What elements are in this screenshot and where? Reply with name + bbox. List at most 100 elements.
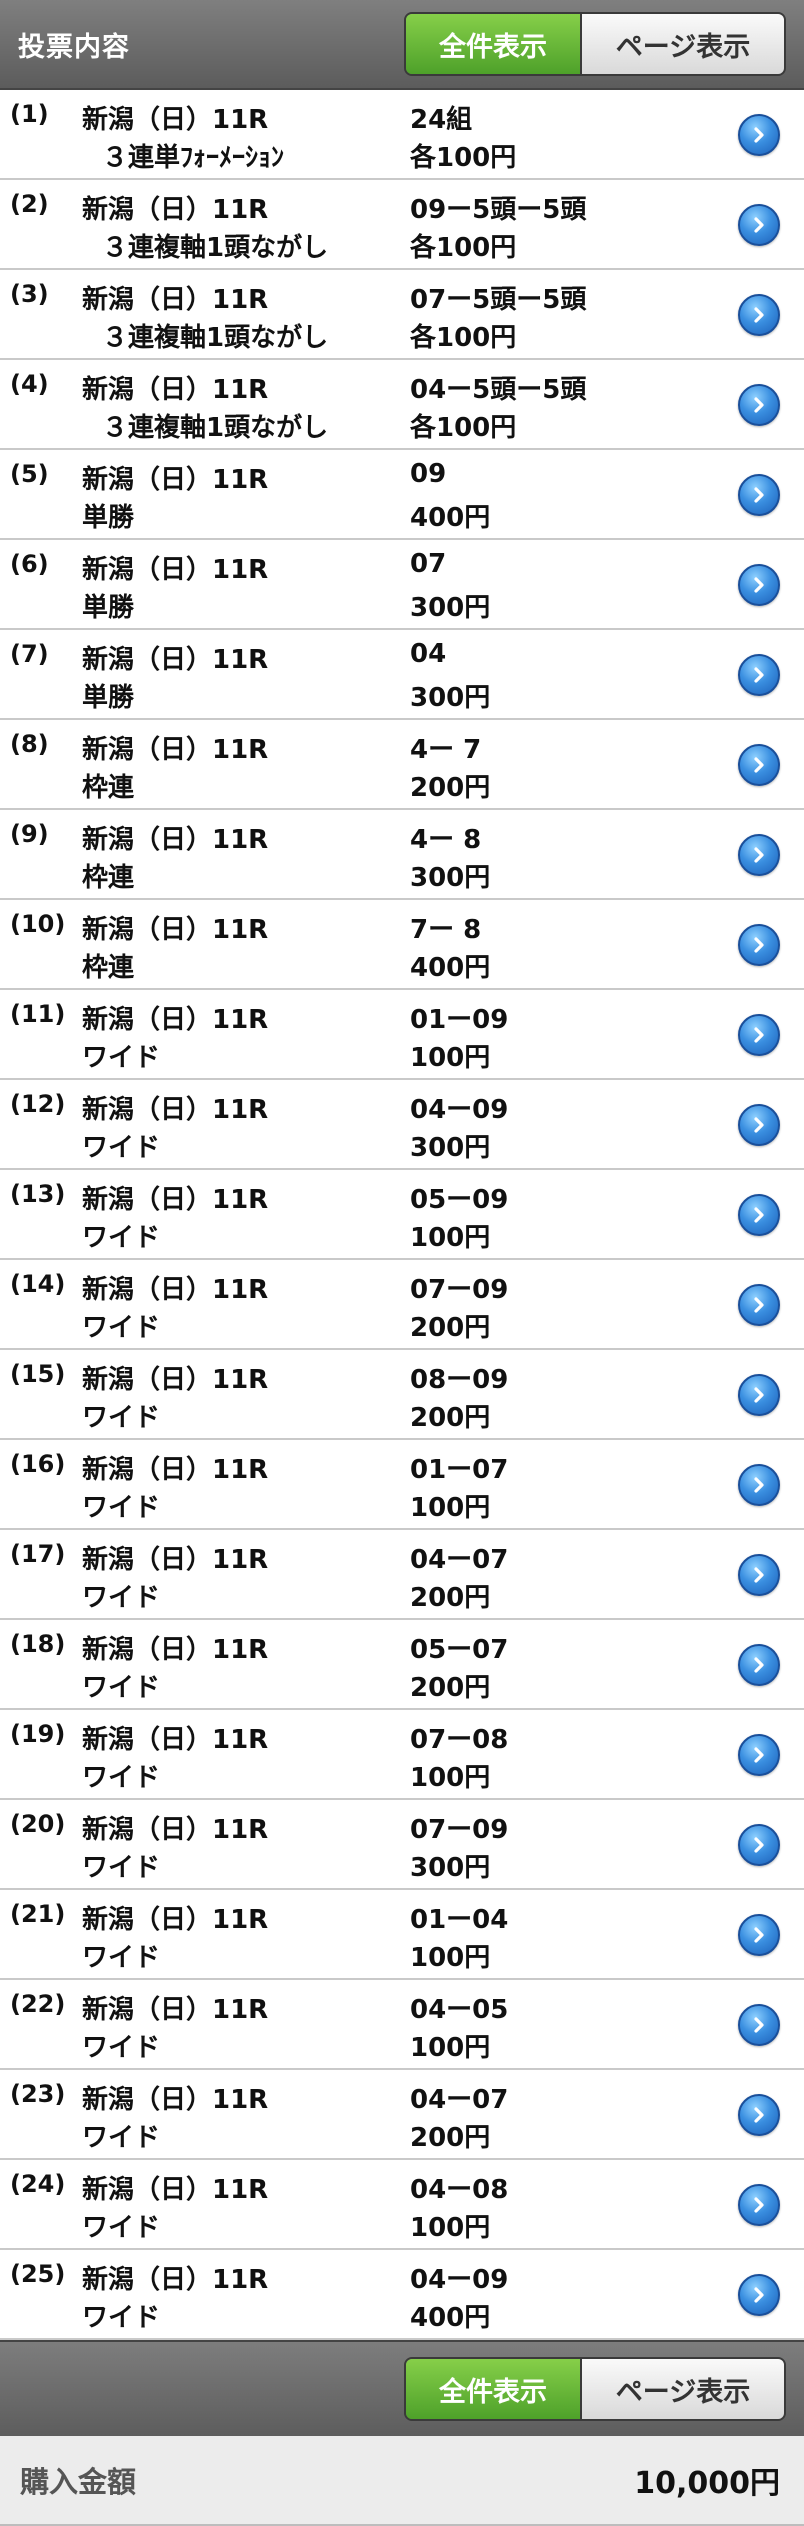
bet-amount: 400円 — [410, 2303, 491, 2333]
bet-number: (6) — [10, 550, 49, 578]
bet-race: 新潟（日）11R — [82, 2085, 269, 2115]
bet-combination: 04ー09 — [410, 1095, 509, 1125]
bet-amount: 100円 — [410, 1223, 491, 1253]
bet-race: 新潟（日）11R — [82, 1995, 269, 2025]
bet-type: ワイド — [82, 1943, 161, 1973]
bet-type: ワイド — [82, 1673, 161, 1703]
chevron-right-icon[interactable] — [738, 744, 780, 786]
bet-race: 新潟（日）11R — [82, 1005, 269, 1035]
bet-number: (1) — [10, 100, 49, 128]
bet-type: 枠連 — [82, 953, 135, 983]
bet-type: 枠連 — [82, 773, 135, 803]
bet-combination: 08ー09 — [410, 1365, 509, 1395]
bet-row[interactable]: (15) 新潟（日）11R ワイド 08ー09 200円 — [0, 1350, 804, 1440]
all-view-button[interactable]: 全件表示 — [406, 14, 580, 74]
bet-type: ワイド — [82, 2123, 161, 2153]
bet-row[interactable]: (8) 新潟（日）11R 枠連 4ー 7 200円 — [0, 720, 804, 810]
bet-race: 新潟（日）11R — [82, 1455, 269, 1485]
chevron-right-icon[interactable] — [738, 204, 780, 246]
bet-row[interactable]: (21) 新潟（日）11R ワイド 01ー04 100円 — [0, 1890, 804, 1980]
bet-row[interactable]: (10) 新潟（日）11R 枠連 7ー 8 400円 — [0, 900, 804, 990]
bet-combination: 01ー07 — [410, 1455, 509, 1485]
bet-row[interactable]: (17) 新潟（日）11R ワイド 04ー07 200円 — [0, 1530, 804, 1620]
bet-row[interactable]: (22) 新潟（日）11R ワイド 04ー05 100円 — [0, 1980, 804, 2070]
chevron-right-icon[interactable] — [738, 2184, 780, 2226]
chevron-right-icon[interactable] — [738, 1374, 780, 1416]
bet-number: (18) — [10, 1630, 66, 1658]
bet-row[interactable]: (24) 新潟（日）11R ワイド 04ー08 100円 — [0, 2160, 804, 2250]
chevron-right-icon[interactable] — [738, 924, 780, 966]
bet-amount: 400円 — [410, 953, 491, 983]
bet-type: ワイド — [82, 1223, 161, 1253]
chevron-right-icon[interactable] — [738, 1104, 780, 1146]
bet-type: ワイド — [82, 2033, 161, 2063]
chevron-right-icon[interactable] — [738, 1914, 780, 1956]
bet-amount: 200円 — [410, 1583, 491, 1613]
bet-type: 単勝 — [82, 683, 135, 713]
bet-type: ３連単ﾌｫｰﾒｰｼｮﾝ — [102, 143, 285, 173]
bet-race: 新潟（日）11R — [82, 825, 269, 855]
chevron-right-icon[interactable] — [738, 1194, 780, 1236]
bet-row[interactable]: (20) 新潟（日）11R ワイド 07ー09 300円 — [0, 1800, 804, 1890]
bet-row[interactable]: (1) 新潟（日）11R ３連単ﾌｫｰﾒｰｼｮﾝ 24組 各100円 — [0, 90, 804, 180]
bet-row[interactable]: (3) 新潟（日）11R ３連複軸1頭ながし 07ー5頭ー5頭 各100円 — [0, 270, 804, 360]
bet-combination: 04 — [410, 639, 447, 669]
bet-row[interactable]: (4) 新潟（日）11R ３連複軸1頭ながし 04ー5頭ー5頭 各100円 — [0, 360, 804, 450]
bet-amount: 200円 — [410, 1673, 491, 1703]
bet-number: (12) — [10, 1090, 66, 1118]
chevron-right-icon[interactable] — [738, 1284, 780, 1326]
bet-row[interactable]: (14) 新潟（日）11R ワイド 07ー09 200円 — [0, 1260, 804, 1350]
bet-number: (7) — [10, 640, 49, 668]
footer-all-view-button[interactable]: 全件表示 — [406, 2359, 580, 2419]
bet-row[interactable]: (13) 新潟（日）11R ワイド 05ー09 100円 — [0, 1170, 804, 1260]
chevron-right-icon[interactable] — [738, 1824, 780, 1866]
chevron-right-icon[interactable] — [738, 1734, 780, 1776]
chevron-right-icon[interactable] — [738, 474, 780, 516]
bet-row[interactable]: (7) 新潟（日）11R 単勝 04 300円 — [0, 630, 804, 720]
bet-row[interactable]: (9) 新潟（日）11R 枠連 4ー 8 300円 — [0, 810, 804, 900]
bet-row[interactable]: (19) 新潟（日）11R ワイド 07ー08 100円 — [0, 1710, 804, 1800]
chevron-right-icon[interactable] — [738, 1554, 780, 1596]
bet-row[interactable]: (18) 新潟（日）11R ワイド 05ー07 200円 — [0, 1620, 804, 1710]
bet-number: (22) — [10, 1990, 66, 2018]
chevron-right-icon[interactable] — [738, 654, 780, 696]
footer-page-view-button[interactable]: ページ表示 — [580, 2359, 784, 2419]
bet-row[interactable]: (12) 新潟（日）11R ワイド 04ー09 300円 — [0, 1080, 804, 1170]
bet-row[interactable]: (16) 新潟（日）11R ワイド 01ー07 100円 — [0, 1440, 804, 1530]
page-view-button[interactable]: ページ表示 — [580, 14, 784, 74]
chevron-right-icon[interactable] — [738, 2094, 780, 2136]
bet-combination: 01ー04 — [410, 1905, 509, 1935]
chevron-right-icon[interactable] — [738, 834, 780, 876]
chevron-right-icon[interactable] — [738, 2274, 780, 2316]
bet-confirmation-page: 投票内容 全件表示 ページ表示 (1) 新潟（日）11R ３連単ﾌｫｰﾒｰｼｮﾝ 24… — [0, 0, 804, 2526]
bet-race: 新潟（日）11R — [82, 1185, 269, 1215]
chevron-right-icon[interactable] — [738, 564, 780, 606]
chevron-right-icon[interactable] — [738, 1014, 780, 1056]
chevron-right-icon[interactable] — [738, 1464, 780, 1506]
bet-number: (10) — [10, 910, 66, 938]
bet-number: (16) — [10, 1450, 66, 1478]
bet-combination: 07ー09 — [410, 1815, 509, 1845]
bet-amount: 300円 — [410, 1133, 491, 1163]
chevron-right-icon[interactable] — [738, 294, 780, 336]
bet-combination: 24組 — [410, 105, 473, 135]
bet-race: 新潟（日）11R — [82, 645, 269, 675]
bet-number: (13) — [10, 1180, 66, 1208]
bet-row[interactable]: (11) 新潟（日）11R ワイド 01ー09 100円 — [0, 990, 804, 1080]
chevron-right-icon[interactable] — [738, 2004, 780, 2046]
bet-type: ワイド — [82, 1493, 161, 1523]
chevron-right-icon[interactable] — [738, 114, 780, 156]
chevron-right-icon[interactable] — [738, 384, 780, 426]
bet-combination: 4ー 8 — [410, 825, 482, 855]
chevron-right-icon[interactable] — [738, 1644, 780, 1686]
bet-race: 新潟（日）11R — [82, 195, 269, 225]
bet-row[interactable]: (25) 新潟（日）11R ワイド 04ー09 400円 — [0, 2250, 804, 2340]
bet-row[interactable]: (2) 新潟（日）11R ３連複軸1頭ながし 09ー5頭ー5頭 各100円 — [0, 180, 804, 270]
bet-row[interactable]: (23) 新潟（日）11R ワイド 04ー07 200円 — [0, 2070, 804, 2160]
bet-combination: 05ー09 — [410, 1185, 509, 1215]
bet-row[interactable]: (6) 新潟（日）11R 単勝 07 300円 — [0, 540, 804, 630]
bet-row[interactable]: (5) 新潟（日）11R 単勝 09 400円 — [0, 450, 804, 540]
header-bar: 投票内容 全件表示 ページ表示 — [0, 0, 804, 90]
bet-race: 新潟（日）11R — [82, 555, 269, 585]
bet-type: 枠連 — [82, 863, 135, 893]
